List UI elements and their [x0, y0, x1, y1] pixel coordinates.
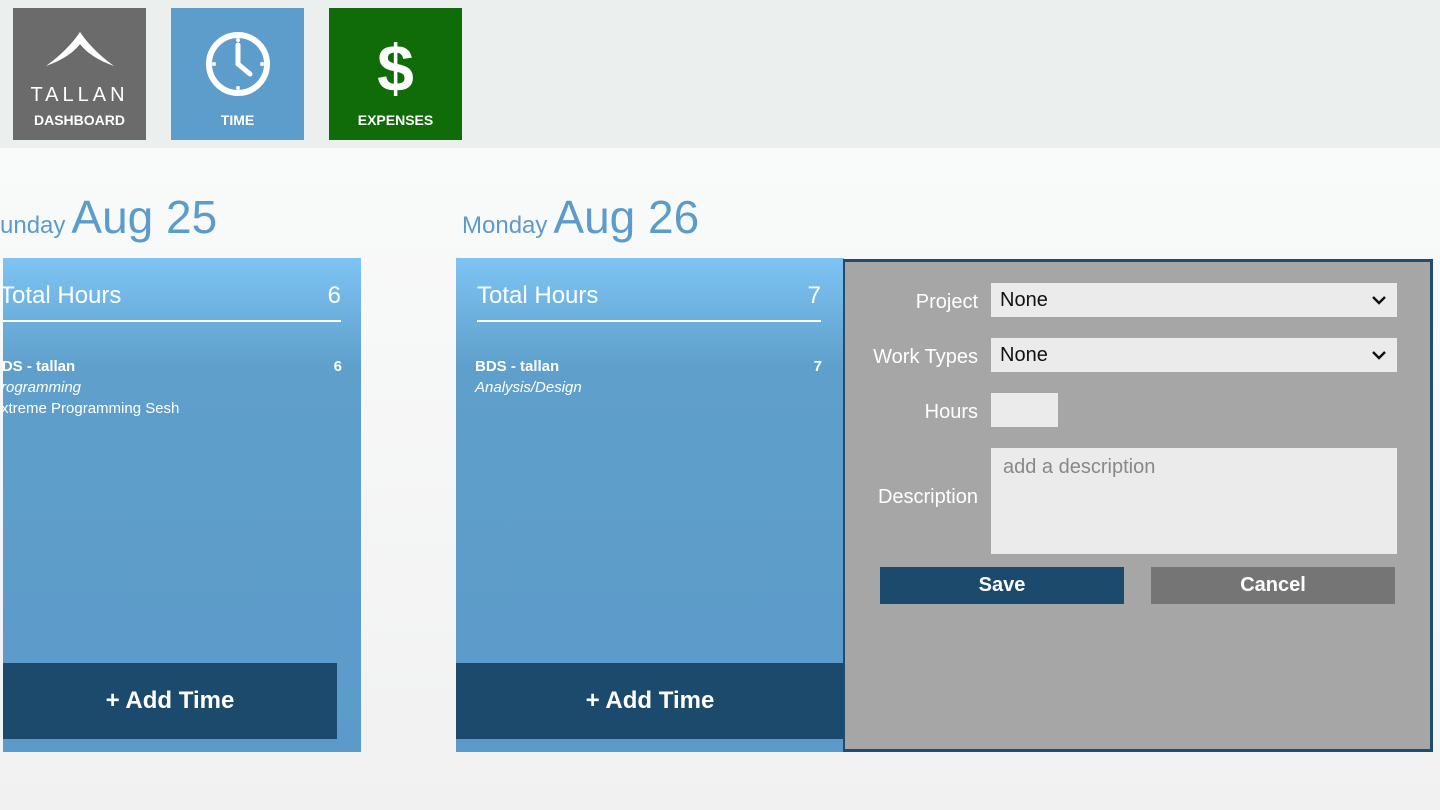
- project-label: Project: [915, 291, 978, 313]
- entry-work-type: Analysis/Design: [475, 379, 582, 396]
- hours-label: Hours: [924, 401, 978, 423]
- total-hours-label: Total Hours: [3, 282, 122, 309]
- chevron-down-icon: [1372, 351, 1386, 360]
- top-nav-bar: TALLAN DASHBOARD TIME $ EXPENSES: [0, 0, 1440, 148]
- time-tile[interactable]: TIME: [171, 8, 304, 140]
- total-hours-value: 7: [807, 282, 821, 309]
- tallan-logo-text: TALLAN: [30, 84, 129, 106]
- project-select[interactable]: None: [991, 283, 1397, 317]
- work-types-selected-value: None: [1000, 343, 1048, 366]
- expenses-tile[interactable]: $ EXPENSES: [329, 8, 462, 140]
- save-button[interactable]: Save: [880, 567, 1124, 604]
- time-entry[interactable]: BDS - tallan 7 Analysis/Design: [475, 358, 822, 396]
- add-time-button[interactable]: + Add Time: [3, 663, 337, 739]
- dollar-icon: $: [377, 31, 414, 105]
- entry-hours: 7: [813, 358, 822, 375]
- day-heading-aug-25: unday Aug 25: [0, 190, 217, 244]
- expenses-label: EXPENSES: [357, 112, 434, 128]
- total-hours-value: 6: [327, 282, 341, 309]
- work-types-select[interactable]: None: [991, 338, 1397, 372]
- day-heading-aug-26: Monday Aug 26: [462, 190, 699, 244]
- cancel-button[interactable]: Cancel: [1151, 567, 1395, 604]
- entry-hours: 6: [333, 358, 342, 375]
- day-card-aug-25: Total Hours 6 BDS - tallan 6 Programming…: [3, 258, 361, 752]
- description-textarea[interactable]: add a description: [991, 448, 1397, 554]
- add-time-form: Project None Work Types None Hours Descr…: [843, 259, 1433, 752]
- hours-input[interactable]: [991, 393, 1058, 427]
- dashboard-label: DASHBOARD: [34, 112, 125, 128]
- tallan-logo-icon: [46, 32, 114, 66]
- project-selected-value: None: [1000, 288, 1048, 311]
- entry-project: BDS - tallan: [475, 358, 560, 375]
- add-time-button[interactable]: + Add Time: [456, 663, 844, 739]
- weekday-label: Monday: [462, 212, 548, 239]
- time-entry[interactable]: BDS - tallan 6 Programming Extreme Progr…: [3, 358, 342, 417]
- clock-icon: [206, 32, 270, 96]
- entry-work-type: Programming: [3, 379, 82, 396]
- date-label: Aug 26: [553, 191, 700, 243]
- weekday-label: unday: [0, 212, 66, 239]
- chevron-down-icon: [1372, 296, 1386, 305]
- total-hours-label: Total Hours: [477, 282, 599, 309]
- date-label: Aug 25: [71, 191, 218, 243]
- day-card-aug-26: Total Hours 7 BDS - tallan 7 Analysis/De…: [456, 258, 844, 752]
- work-types-label: Work Types: [873, 346, 978, 368]
- total-hours-row: Total Hours 6: [3, 282, 341, 322]
- time-label: TIME: [220, 112, 255, 128]
- dashboard-tile[interactable]: TALLAN DASHBOARD: [13, 8, 146, 140]
- entry-description: Extreme Programming Sesh: [3, 400, 180, 417]
- entry-project: BDS - tallan: [3, 358, 76, 375]
- total-hours-row: Total Hours 7: [477, 282, 821, 322]
- description-label: Description: [877, 486, 978, 508]
